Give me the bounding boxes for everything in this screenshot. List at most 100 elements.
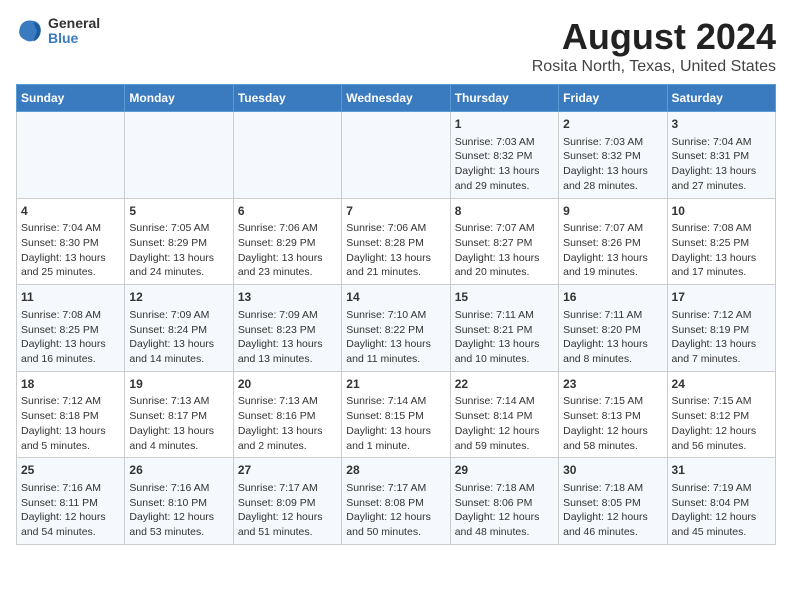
day-number: 4 (21, 203, 120, 220)
day-info-line: and 7 minutes. (672, 352, 771, 367)
day-info-line: Sunset: 8:23 PM (238, 323, 337, 338)
day-number: 1 (455, 116, 554, 133)
calendar-body: 1 Sunrise: 7:03 AMSunset: 8:32 PM Daylight… (17, 112, 776, 545)
day-info-line: and 10 minutes. (455, 352, 554, 367)
day-info-line: Daylight: 13 hours (455, 251, 554, 266)
day-number: 24 (672, 376, 771, 393)
day-info-line: Sunrise: 7:06 AM (238, 221, 337, 236)
day-number: 6 (238, 203, 337, 220)
day-info-line: Sunset: 8:12 PM (672, 409, 771, 424)
day-number: 9 (563, 203, 662, 220)
day-info-line: Daylight: 12 hours (129, 510, 228, 525)
calendar-title: August 2024 (532, 16, 776, 58)
day-of-week-header: Friday (559, 85, 667, 112)
day-info-line: Sunset: 8:25 PM (672, 236, 771, 251)
day-of-week-header: Wednesday (342, 85, 450, 112)
day-number: 13 (238, 289, 337, 306)
day-info-line: Sunrise: 7:12 AM (21, 394, 120, 409)
day-info-line: Sunrise: 7:18 AM (563, 481, 662, 496)
day-info-line: and 1 minute. (346, 439, 445, 454)
day-number: 10 (672, 203, 771, 220)
calendar-cell: 18Sunrise: 7:12 AMSunset: 8:18 PMDayligh… (17, 371, 125, 458)
day-info-line: and 50 minutes. (346, 525, 445, 540)
days-of-week-row: SundayMondayTuesdayWednesdayThursdayFrid… (17, 85, 776, 112)
day-info-line: Daylight: 13 hours (346, 337, 445, 352)
calendar-cell: 23Sunrise: 7:15 AMSunset: 8:13 PMDayligh… (559, 371, 667, 458)
day-number: 18 (21, 376, 120, 393)
day-info-line: and 25 minutes. (21, 265, 120, 280)
day-info-line: Sunset: 8:29 PM (238, 236, 337, 251)
day-info-line: Sunset: 8:22 PM (346, 323, 445, 338)
day-info-line: Sunrise: 7:07 AM (455, 221, 554, 236)
day-info-line: and 59 minutes. (455, 439, 554, 454)
day-number: 29 (455, 462, 554, 479)
logo: General Blue (16, 16, 100, 47)
day-number: 15 (455, 289, 554, 306)
day-info-line: Daylight: 13 hours (238, 424, 337, 439)
day-info-line: Sunset: 8:06 PM (455, 496, 554, 511)
day-info-line: Daylight: 13 hours (563, 337, 662, 352)
calendar-cell: 14Sunrise: 7:10 AMSunset: 8:22 PMDayligh… (342, 285, 450, 372)
day-info-line: and 53 minutes. (129, 525, 228, 540)
day-info-line: Sunset: 8:20 PM (563, 323, 662, 338)
day-info-line: Sunset: 8:31 PM (672, 149, 771, 164)
day-info-line: Daylight: 13 hours (21, 337, 120, 352)
day-info-line: Sunset: 8:32 PM (455, 149, 554, 164)
day-of-week-header: Tuesday (233, 85, 341, 112)
calendar-cell: 8Sunrise: 7:07 AMSunset: 8:27 PMDaylight… (450, 198, 558, 285)
day-info-line: Daylight: 12 hours (563, 424, 662, 439)
page-header: General Blue August 2024 Rosita North, T… (16, 16, 776, 76)
day-info-line: and 19 minutes. (563, 265, 662, 280)
day-info-line: Sunrise: 7:09 AM (129, 308, 228, 323)
day-info-line: Sunrise: 7:13 AM (129, 394, 228, 409)
calendar-cell (17, 112, 125, 199)
day-info-line: Sunset: 8:10 PM (129, 496, 228, 511)
day-number: 3 (672, 116, 771, 133)
day-info-line: Sunrise: 7:07 AM (563, 221, 662, 236)
calendar-week-row: 4Sunrise: 7:04 AMSunset: 8:30 PMDaylight… (17, 198, 776, 285)
day-info-line: Sunrise: 7:03 AM (455, 135, 554, 150)
day-info-line: Sunset: 8:09 PM (238, 496, 337, 511)
day-info-line: Sunset: 8:24 PM (129, 323, 228, 338)
day-info-line: Sunset: 8:11 PM (21, 496, 120, 511)
day-info-line: Daylight: 13 hours (238, 251, 337, 266)
day-info-line: and 24 minutes. (129, 265, 228, 280)
day-info-line: and 4 minutes. (129, 439, 228, 454)
day-info-line: Sunrise: 7:10 AM (346, 308, 445, 323)
day-info-line: Sunset: 8:16 PM (238, 409, 337, 424)
day-info-line: Sunset: 8:17 PM (129, 409, 228, 424)
day-info-line: Daylight: 13 hours (129, 337, 228, 352)
calendar-week-row: 18Sunrise: 7:12 AMSunset: 8:18 PMDayligh… (17, 371, 776, 458)
day-info-line: Sunrise: 7:15 AM (672, 394, 771, 409)
day-info-line: Sunrise: 7:14 AM (346, 394, 445, 409)
day-info-line: and 48 minutes. (455, 525, 554, 540)
day-info-line: Daylight: 13 hours (563, 251, 662, 266)
calendar-cell: 19Sunrise: 7:13 AMSunset: 8:17 PMDayligh… (125, 371, 233, 458)
day-number: 5 (129, 203, 228, 220)
day-number: 21 (346, 376, 445, 393)
day-info-line: Daylight: 12 hours (346, 510, 445, 525)
day-info-line: Sunset: 8:05 PM (563, 496, 662, 511)
day-info-line: Sunrise: 7:04 AM (672, 135, 771, 150)
calendar-cell: 28Sunrise: 7:17 AMSunset: 8:08 PMDayligh… (342, 458, 450, 545)
day-number: 27 (238, 462, 337, 479)
calendar-cell: 5Sunrise: 7:05 AMSunset: 8:29 PMDaylight… (125, 198, 233, 285)
logo-icon (16, 17, 44, 45)
calendar-cell: 20Sunrise: 7:13 AMSunset: 8:16 PMDayligh… (233, 371, 341, 458)
day-info-line: Sunrise: 7:18 AM (455, 481, 554, 496)
calendar-cell: 30Sunrise: 7:18 AMSunset: 8:05 PMDayligh… (559, 458, 667, 545)
calendar-cell: 15Sunrise: 7:11 AMSunset: 8:21 PMDayligh… (450, 285, 558, 372)
day-info-line: Sunrise: 7:08 AM (21, 308, 120, 323)
day-info-line: and 20 minutes. (455, 265, 554, 280)
day-number: 25 (21, 462, 120, 479)
day-info-line: Sunrise: 7:16 AM (21, 481, 120, 496)
day-number: 19 (129, 376, 228, 393)
day-info-line: Daylight: 13 hours (129, 424, 228, 439)
day-info-line: Daylight: 13 hours (672, 337, 771, 352)
calendar-cell: 4Sunrise: 7:04 AMSunset: 8:30 PMDaylight… (17, 198, 125, 285)
day-info-line: Daylight: 13 hours (129, 251, 228, 266)
day-info-line: Sunrise: 7:16 AM (129, 481, 228, 496)
day-info-line: Sunrise: 7:17 AM (346, 481, 445, 496)
calendar-subtitle: Rosita North, Texas, United States (532, 58, 776, 76)
calendar-week-row: 11Sunrise: 7:08 AMSunset: 8:25 PMDayligh… (17, 285, 776, 372)
